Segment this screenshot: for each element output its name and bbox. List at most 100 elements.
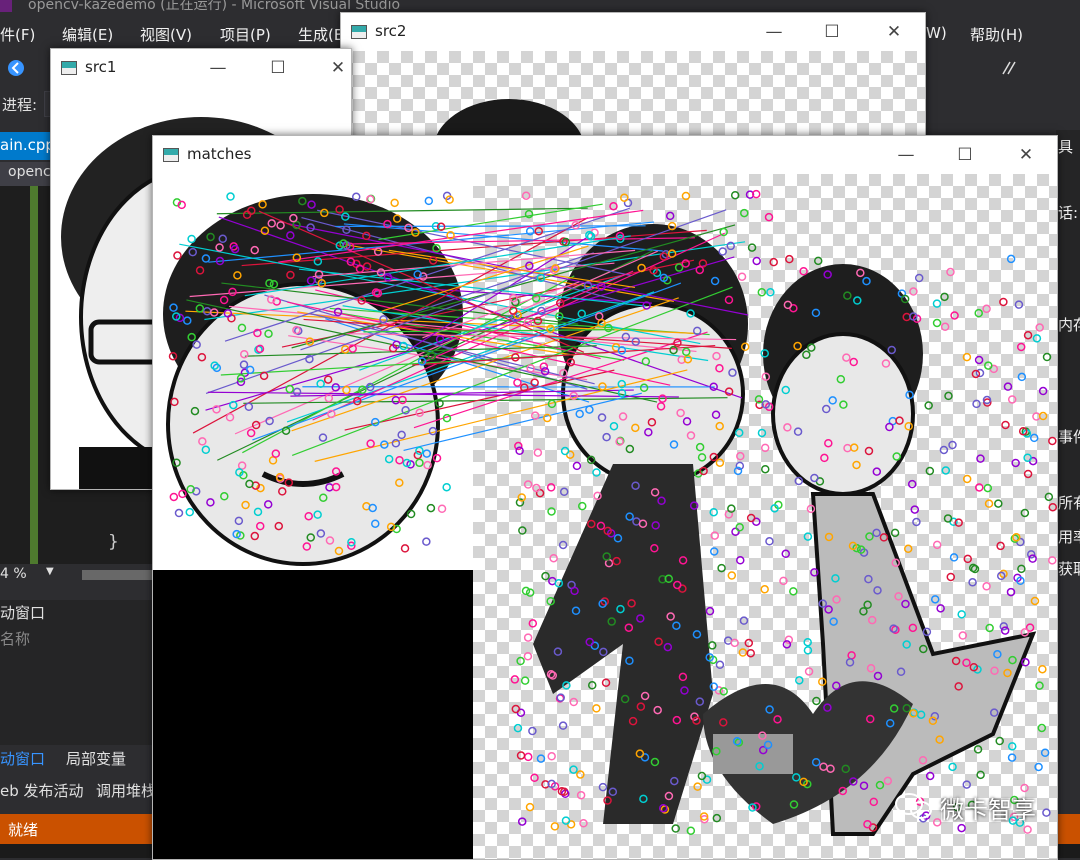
src1-title-bar[interactable]: src1 — ☐ ✕ — [51, 49, 351, 87]
keypoint — [534, 449, 541, 456]
debug-tabs-secondary: eb 发布活动 调用堆栈 — [0, 777, 152, 803]
keypoint — [986, 500, 993, 507]
matches-window[interactable]: matches — ☐ ✕ — [152, 135, 1058, 860]
keypoint — [227, 193, 234, 200]
format-icon[interactable] — [1000, 58, 1020, 78]
keypoint — [560, 541, 567, 548]
keypoint — [892, 529, 899, 536]
keypoint — [927, 772, 934, 779]
keypoint — [1021, 509, 1028, 516]
keypoint — [745, 640, 752, 647]
minimize-button[interactable]: — — [891, 142, 921, 168]
keypoint — [423, 538, 430, 545]
tab-locals[interactable]: 局部变量 — [66, 748, 126, 769]
keypoint — [524, 653, 531, 660]
keypoint — [761, 586, 768, 593]
code-brace: } — [108, 532, 119, 552]
close-button[interactable]: ✕ — [879, 19, 909, 45]
maximize-button[interactable]: ☐ — [950, 142, 980, 168]
src2-title: src2 — [375, 22, 406, 40]
tab-autos[interactable]: 动窗口 — [0, 748, 45, 769]
keypoint — [1000, 623, 1007, 630]
keypoint — [1018, 343, 1025, 350]
close-button[interactable]: ✕ — [1011, 142, 1041, 168]
keypoint — [1035, 763, 1042, 770]
keypoint — [786, 256, 793, 263]
keypoint — [551, 823, 558, 830]
minimize-button[interactable]: — — [203, 55, 233, 81]
diag-label-4: 事件 — [1058, 426, 1080, 447]
menu-file[interactable]: 件(F) — [0, 24, 35, 45]
keypoint — [540, 363, 547, 370]
keypoint — [716, 661, 723, 668]
keypoint — [765, 214, 772, 221]
keypoint — [975, 746, 982, 753]
keypoint — [975, 310, 982, 317]
diag-label-2: 话: — [1058, 202, 1078, 223]
keypoint — [713, 815, 720, 822]
zoom-control[interactable]: 4 % ▼ — [0, 564, 152, 586]
keypoint — [732, 528, 739, 535]
keypoint — [983, 583, 990, 590]
keypoint — [910, 288, 917, 295]
diag-label-5: 所有事 — [1058, 492, 1080, 513]
maximize-button[interactable]: ☐ — [263, 55, 293, 81]
chevron-down-icon[interactable]: ▼ — [46, 566, 54, 577]
keypoint — [1028, 551, 1035, 558]
keypoint — [599, 784, 606, 791]
keypoint — [533, 484, 540, 491]
name-column-header[interactable]: 名称 — [0, 628, 30, 649]
menu-edit[interactable]: 编辑(E) — [62, 24, 113, 45]
diag-label-3: 内存 — [1058, 314, 1080, 335]
keypoint — [561, 488, 568, 495]
keypoint — [905, 545, 912, 552]
keypoint — [767, 289, 774, 296]
menu-project[interactable]: 项目(P) — [220, 24, 271, 45]
tab-call-stack[interactable]: 调用堆栈 — [96, 780, 156, 801]
keypoint — [711, 532, 718, 539]
keypoint — [976, 484, 983, 491]
keypoint — [548, 508, 555, 515]
keypoint — [732, 192, 739, 199]
keypoint — [439, 505, 446, 512]
matches-title: matches — [187, 145, 251, 163]
app-icon — [163, 148, 179, 162]
menu-help[interactable]: 帮助(H) — [970, 24, 1023, 45]
keypoint — [529, 728, 536, 735]
keypoint — [762, 466, 769, 473]
keypoint — [550, 555, 557, 562]
keypoint — [741, 210, 748, 217]
menu-window[interactable]: W) — [926, 24, 947, 42]
horizontal-scrollbar[interactable] — [82, 570, 152, 580]
minimize-button[interactable]: — — [759, 19, 789, 45]
keypoint — [800, 268, 807, 275]
src2-title-bar[interactable]: src2 — ☐ ✕ — [341, 13, 925, 51]
keypoint — [983, 305, 990, 312]
keypoint — [749, 244, 756, 251]
keypoint — [1036, 324, 1043, 331]
menu-build[interactable]: 生成(B — [298, 24, 344, 45]
keypoint — [937, 605, 944, 612]
menu-view[interactable]: 视图(V) — [140, 24, 192, 45]
keypoint — [940, 446, 947, 453]
keypoint — [947, 573, 954, 580]
diag-label-1: 具 — [1058, 136, 1073, 157]
keypoint — [806, 668, 813, 675]
keypoint — [804, 647, 811, 654]
maximize-button[interactable]: ☐ — [817, 19, 847, 45]
keypoint — [969, 579, 976, 586]
keypoint — [548, 484, 555, 491]
keypoint — [945, 515, 952, 522]
keypoint — [517, 658, 524, 665]
keypoint — [570, 766, 577, 773]
status-text: 就绪 — [8, 819, 38, 840]
keypoint — [941, 293, 948, 300]
keypoint — [621, 194, 628, 201]
close-button[interactable]: ✕ — [323, 55, 353, 81]
back-icon[interactable] — [6, 58, 26, 78]
tab-web-publish[interactable]: eb 发布活动 — [0, 780, 84, 801]
matches-title-bar[interactable]: matches — ☐ ✕ — [153, 136, 1057, 174]
keypoint — [514, 379, 521, 386]
keypoint — [532, 412, 539, 419]
keypoint — [739, 649, 746, 656]
